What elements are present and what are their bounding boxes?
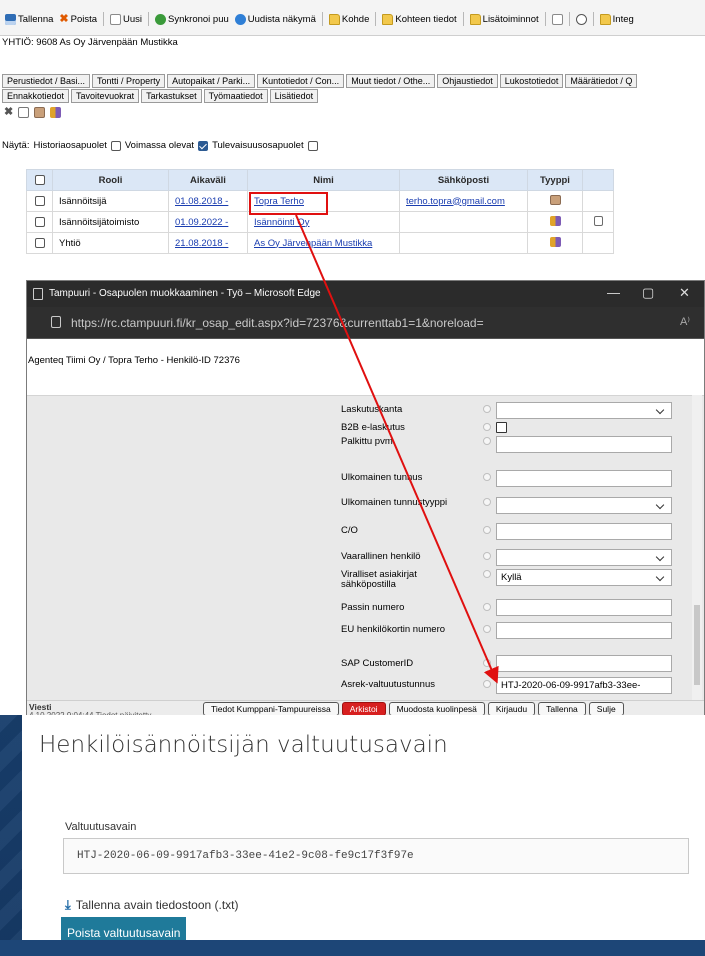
key-label: Valtuutusavain: [65, 821, 137, 833]
panel-title: Henkilöisännöitsijän valtuutusavain: [39, 732, 448, 758]
download-label: Tallenna avain tiedostoon (.txt): [75, 898, 239, 912]
arrow-line: [295, 214, 499, 684]
download-icon: ⤓: [65, 897, 71, 912]
authorization-key-panel: Henkilöisännöitsijän valtuutusavain Valt…: [22, 715, 705, 949]
background-frame-bottom: [0, 940, 705, 956]
authorization-key-field[interactable]: HTJ-2020-06-09-9917afb3-33ee-41e2-9c08-f…: [63, 838, 689, 874]
download-key-link[interactable]: ⤓ Tallenna avain tiedostoon (.txt): [65, 897, 239, 913]
annotation-arrow: [295, 214, 499, 684]
tampuuri-main-window: Tallenna ✖ Poista Uusi Synkronoi puu Uudi…: [0, 0, 705, 720]
